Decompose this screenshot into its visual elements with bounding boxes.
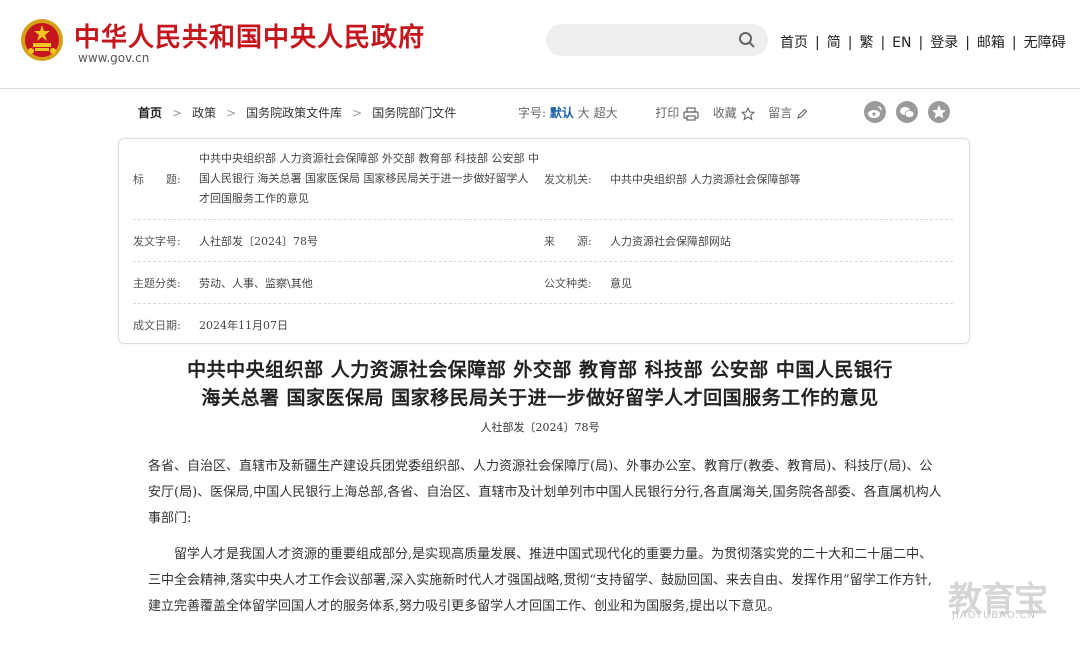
- site-header: 中华人民共和国中央人民政府 www.gov.cn 首页 | 简 | 繁 | EN | 登录 | 邮箱…: [0, 0, 1080, 89]
- chevron-right-icon: >: [352, 106, 363, 120]
- top-nav: 首页 | 简 | 繁 | EN | 登录 | 邮箱 | 无障碍: [780, 32, 1066, 52]
- topic-label: 主题分类:: [133, 277, 181, 290]
- star-icon: [740, 106, 755, 121]
- doc-number-label: 发文字号:: [133, 235, 181, 248]
- nav-separator: |: [1011, 35, 1017, 51]
- source-value: 人力资源社会保障部网站: [610, 235, 731, 248]
- nav-traditional[interactable]: 繁: [859, 35, 873, 51]
- watermark-logo: 教育宝 JIAOYUBAO.CN: [948, 572, 1064, 628]
- document-title-line: 中共中央组织部 人力资源社会保障部 外交部 教育部 科技部 公安部 中国人民银行: [187, 359, 893, 381]
- site-name[interactable]: 中华人民共和国中央人民政府: [74, 17, 425, 54]
- document-title: 中共中央组织部 人力资源社会保障部 外交部 教育部 科技部 公安部 中国人民银行…: [100, 356, 980, 412]
- pencil-icon: [797, 108, 808, 119]
- breadcrumb-department-docs[interactable]: 国务院部门文件: [372, 106, 456, 120]
- nav-simplified[interactable]: 简: [827, 35, 841, 51]
- nav-home[interactable]: 首页: [780, 35, 808, 51]
- nav-separator: |: [815, 35, 820, 51]
- watermark-url: JIAOYUBAO.CN: [952, 610, 1036, 621]
- font-size-large[interactable]: 大: [578, 106, 590, 120]
- favorite-button[interactable]: 收藏: [712, 106, 755, 121]
- national-emblem-icon[interactable]: [20, 18, 64, 62]
- reading-tools: 字号: 默认 大 超大 打印 收藏 留言: [518, 104, 808, 121]
- topic-value: 劳动、人事、监察\其他: [199, 277, 313, 290]
- document-number: 人社部发〔2024〕78号: [480, 421, 600, 434]
- print-label: 打印: [655, 106, 680, 120]
- nav-separator: |: [965, 35, 970, 51]
- chevron-right-icon: >: [172, 106, 183, 120]
- weibo-icon[interactable]: [864, 101, 886, 123]
- nav-mail[interactable]: 邮箱: [977, 35, 1005, 51]
- font-size-label: 字号:: [518, 106, 547, 120]
- favorite-star-icon[interactable]: [928, 101, 950, 123]
- breadcrumb-home[interactable]: 首页: [138, 106, 162, 120]
- search-input[interactable]: [546, 24, 768, 56]
- body-paragraph: 留学人才是我国人才资源的重要组成部分,是实现高质量发展、推进中国式现代化的重要力…: [148, 547, 933, 614]
- printer-icon: [683, 106, 699, 121]
- title-label: 标 题:: [133, 173, 181, 186]
- site-url[interactable]: www.gov.cn: [78, 51, 149, 65]
- divider: [133, 219, 953, 220]
- wechat-icon[interactable]: [896, 101, 918, 123]
- nav-separator: |: [918, 35, 924, 51]
- favorite-label: 收藏: [712, 106, 737, 120]
- nav-login[interactable]: 登录: [930, 35, 958, 51]
- date-value: 2024年11月07日: [199, 319, 288, 332]
- divider: [133, 303, 953, 304]
- document-title-line: 海关总署 国家医保局 国家移民局关于进一步做好留学人才回国服务工作的意见: [201, 387, 879, 409]
- doc-type-label: 公文种类:: [544, 277, 592, 290]
- doc-type-value: 意见: [610, 277, 632, 290]
- nav-english[interactable]: EN: [892, 35, 911, 51]
- breadcrumb: 首页 > 政策 > 国务院政策文件库 > 国务院部门文件: [138, 104, 456, 121]
- recipients-paragraph: 各省、自治区、直辖市及新疆生产建设兵团党委组织部、人力资源社会保障厅(局)、外事…: [148, 459, 942, 526]
- chevron-right-icon: >: [226, 106, 237, 120]
- print-button[interactable]: 打印: [655, 106, 699, 121]
- divider: [133, 261, 953, 262]
- document-info-box: 标 题: 中共中央组织部 人力资源社会保障部 外交部 教育部 科技部 公安部 中…: [118, 138, 970, 344]
- source-label: 来 源:: [544, 235, 592, 248]
- comment-button[interactable]: 留言: [768, 106, 808, 120]
- breadcrumb-policy[interactable]: 政策: [192, 106, 216, 120]
- doc-number-value: 人社部发〔2024〕78号: [199, 235, 318, 248]
- nav-separator: |: [847, 35, 853, 51]
- font-size-default[interactable]: 默认: [550, 106, 574, 120]
- font-size-xlarge[interactable]: 超大: [594, 106, 618, 120]
- nav-accessibility[interactable]: 无障碍: [1024, 35, 1066, 51]
- date-label: 成文日期:: [133, 319, 181, 332]
- breadcrumb-policy-library[interactable]: 国务院政策文件库: [246, 106, 342, 120]
- title-value: 中共中央组织部 人力资源社会保障部 外交部 教育部 科技部 公安部 中国人民银行…: [199, 152, 539, 205]
- issuer-value: 中共中央组织部 人力资源社会保障部等: [610, 173, 801, 186]
- issuer-label: 发文机关:: [544, 173, 592, 186]
- comment-label: 留言: [768, 106, 793, 120]
- nav-separator: |: [880, 35, 886, 51]
- search-icon[interactable]: [738, 31, 756, 49]
